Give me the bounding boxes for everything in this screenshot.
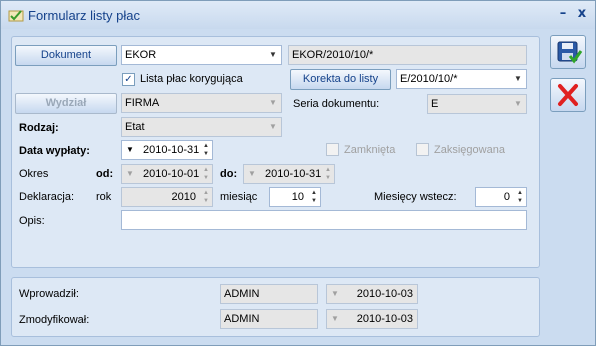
zmodyfikowal-date: 2010-10-03 (356, 313, 413, 325)
close-button[interactable]: x (573, 5, 591, 23)
od-label: od: (96, 168, 114, 180)
korekta-button[interactable]: Korekta do listy (290, 69, 391, 90)
wydzial-combo: FIRMA ▼ (121, 93, 282, 113)
chevron-down-icon[interactable]: ▼ (510, 70, 526, 88)
wydzial-button[interactable]: Wydział (15, 93, 117, 114)
miesiecy-wstecz-field[interactable]: 0 ▲ ▼ (475, 187, 527, 207)
save-button[interactable] (550, 35, 586, 69)
chevron-down-icon: ▼ (269, 122, 277, 131)
do-field: ▼ 2010-10-31 ▲ ▼ (243, 164, 335, 184)
korekta-value: E/2010/10/* (400, 73, 458, 85)
calendar-dropdown-icon: ▼ (331, 314, 339, 323)
seria-label: Seria dokumentu: (293, 98, 380, 110)
data-wyplaty-label: Data wypłaty: (19, 145, 90, 157)
zamknieta-label: Zamknięta (344, 144, 396, 156)
chevron-down-icon: ▼ (514, 99, 522, 108)
rodzaj-label: Rodzaj: (19, 122, 59, 134)
korekta-combo[interactable]: E/2010/10/* ▼ (396, 69, 527, 89)
zmodyfikowal-user-field: ADMIN (220, 309, 318, 329)
rodzaj-combo: Etat ▼ (121, 117, 282, 137)
calendar-dropdown-icon[interactable]: ▼ (126, 141, 134, 159)
data-wyplaty-field[interactable]: ▼ 2010-10-31 ▲ ▼ (121, 140, 213, 160)
cancel-button[interactable] (550, 78, 586, 112)
minimize-button[interactable]: – (554, 5, 572, 23)
wprowadzil-date: 2010-10-03 (356, 288, 413, 300)
wprowadzil-date-field: ▼ 2010-10-03 (326, 284, 418, 304)
korygujaca-label: Lista płac korygująca (140, 73, 243, 85)
dokument-value: EKOR (125, 49, 157, 61)
spin-icon: ▲ ▼ (203, 167, 209, 181)
opis-field[interactable] (121, 210, 527, 230)
rok-label: rok (96, 191, 112, 203)
dokument-number: EKOR/2010/10/* (292, 49, 374, 61)
miesiecy-wstecz-label: Miesięcy wstecz: (374, 191, 457, 203)
rok-value: 2010 (171, 191, 196, 203)
wydzial-value: FIRMA (125, 97, 160, 109)
miesiac-field[interactable]: 10 ▲ ▼ (269, 187, 321, 207)
spin-icon: ▲ ▼ (203, 190, 209, 204)
spin-icon[interactable]: ▲ ▼ (515, 189, 525, 205)
wprowadzil-label: Wprowadził: (19, 288, 79, 300)
deklaracja-label: Deklaracja: (19, 191, 75, 203)
od-value: 2010-10-01 (143, 168, 200, 180)
zmodyfikowal-date-field: ▼ 2010-10-03 (326, 309, 418, 329)
okres-label: Okres (19, 168, 49, 180)
spin-icon[interactable]: ▲ ▼ (201, 142, 211, 158)
window-title: Formularz listy płac (28, 8, 140, 23)
wprowadzil-user-field: ADMIN (220, 284, 318, 304)
zaksiegowana-label: Zaksięgowana (434, 144, 505, 156)
chevron-down-icon[interactable]: ▼ (265, 46, 281, 64)
spin-icon[interactable]: ▲ ▼ (309, 189, 319, 205)
miesiecy-wstecz-value: 0 (503, 191, 510, 203)
zmodyfikowal-label: Zmodyfikował: (19, 314, 90, 326)
seria-combo: E ▼ (427, 94, 527, 114)
od-field: ▼ 2010-10-01 ▲ ▼ (121, 164, 213, 184)
payroll-form-window: Formularz listy płac – x Dokument EKOR ▼… (0, 0, 596, 346)
calendar-dropdown-icon: ▼ (331, 289, 339, 298)
korygujaca-checkbox[interactable]: ✓ (122, 73, 135, 86)
zmodyfikowal-user: ADMIN (224, 313, 260, 325)
do-value: 2010-10-31 (265, 168, 322, 180)
rok-field: 2010 ▲ ▼ (121, 187, 213, 207)
seria-value: E (431, 98, 439, 110)
wprowadzil-user: ADMIN (224, 288, 260, 300)
save-disk-icon (557, 41, 583, 64)
calendar-dropdown-icon: ▼ (126, 169, 134, 178)
miesiac-value: 10 (291, 191, 304, 203)
payroll-check-icon (8, 10, 24, 22)
dokument-number-field: EKOR/2010/10/* (288, 45, 527, 65)
dokument-button[interactable]: Dokument (15, 45, 117, 66)
zamknieta-checkbox[interactable] (326, 143, 339, 156)
chevron-down-icon: ▼ (269, 98, 277, 107)
rodzaj-value: Etat (125, 121, 145, 133)
zaksiegowana-checkbox[interactable] (416, 143, 429, 156)
calendar-dropdown-icon: ▼ (248, 169, 256, 178)
spin-icon: ▲ ▼ (325, 167, 331, 181)
do-label: do: (220, 168, 238, 180)
red-x-icon (558, 84, 578, 106)
miesiac-label: miesiąc (220, 191, 258, 203)
title-bar[interactable]: Formularz listy płac – x (1, 1, 595, 29)
dokument-combo[interactable]: EKOR ▼ (121, 45, 282, 65)
data-wyplaty-value: 2010-10-31 (143, 144, 200, 156)
opis-label: Opis: (19, 215, 45, 227)
